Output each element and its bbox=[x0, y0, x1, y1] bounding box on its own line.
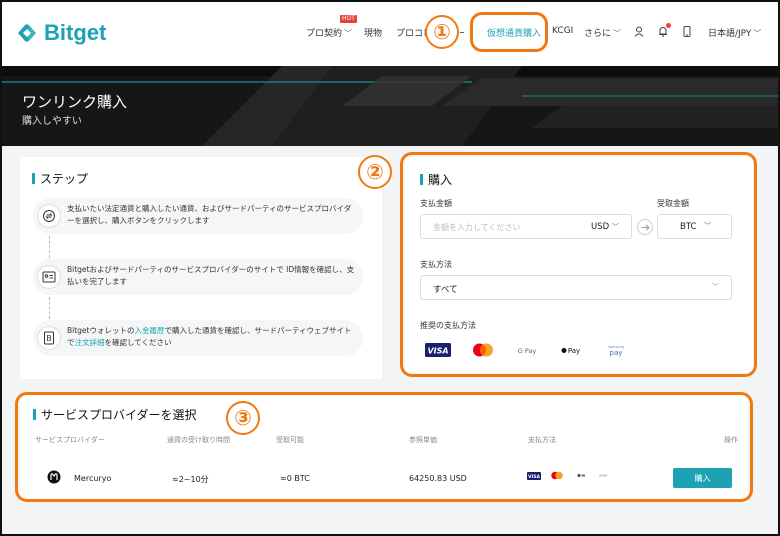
notification-dot bbox=[666, 23, 671, 28]
id-card-icon bbox=[37, 265, 61, 289]
hero-title: ワンリンク購入 bbox=[22, 93, 128, 111]
nav-spot[interactable]: 現物 bbox=[364, 26, 382, 39]
step-3: B Bitgetウォレットの入金履歴で購入した通貨を確認し、サードパーティウェブ… bbox=[33, 320, 363, 356]
nav-more[interactable]: さらに ﹀ bbox=[584, 26, 621, 39]
step-2: Bitgetおよびサードパーティのサービスプロバイダーのサイトで ID情報を確認… bbox=[33, 259, 363, 295]
steps-title-label: ステップ bbox=[40, 172, 89, 186]
step-3-text: Bitgetウォレットの入金履歴で購入した通貨を確認し、サードパーティウェブサイ… bbox=[67, 325, 357, 349]
mobile-icon[interactable] bbox=[680, 24, 694, 38]
hot-badge: HOT bbox=[340, 15, 357, 23]
chevron-down-icon: ﹀ bbox=[344, 29, 353, 38]
deposit-history-link[interactable]: 入金履歴 bbox=[135, 326, 165, 335]
chevron-down-icon: ﹀ bbox=[613, 29, 622, 38]
exchange-icon bbox=[37, 204, 61, 228]
user-icon[interactable] bbox=[632, 24, 646, 38]
bell-icon[interactable] bbox=[656, 23, 671, 38]
bitget-logo[interactable]: Bitget bbox=[16, 20, 106, 46]
step-connector bbox=[49, 297, 50, 319]
language-label: 日本語/JPY bbox=[708, 29, 752, 39]
title-accent-bar bbox=[32, 173, 35, 184]
annotation-highlight-purchase bbox=[400, 152, 757, 377]
step-2-text: Bitgetおよびサードパーティのサービスプロバイダーのサイトで ID情報を確認… bbox=[67, 265, 355, 286]
hero-banner: ワンリンク購入 購入しやすい bbox=[2, 66, 778, 146]
annotation-marker-2: ② bbox=[358, 155, 392, 189]
order-details-link[interactable]: 注文詳細 bbox=[75, 338, 105, 347]
nav-futures[interactable]: プロ契約 ﹀ bbox=[306, 26, 352, 39]
bitget-logo-icon bbox=[18, 24, 36, 42]
nav-futures-label: プロ契約 bbox=[306, 29, 343, 39]
step-connector bbox=[49, 236, 50, 258]
annotation-marker-3: ③ bbox=[226, 401, 260, 435]
language-selector[interactable]: 日本語/JPY ﹀ bbox=[708, 26, 761, 39]
chevron-down-icon: ﹀ bbox=[753, 29, 762, 38]
svg-text:B: B bbox=[46, 334, 52, 343]
hero-subtitle: 購入しやすい bbox=[22, 116, 82, 127]
annotation-highlight-buy-crypto bbox=[470, 12, 548, 52]
nav-more-label: さらに bbox=[584, 29, 612, 39]
step-3-text-c: を確認してください bbox=[104, 338, 172, 347]
nav-spot-label: 現物 bbox=[364, 29, 383, 39]
brand-name: Bitget bbox=[44, 20, 107, 45]
step-1-text: 支払いたい法定通貨と購入したい通貨、およびサードパーティのサービスプロバイダーを… bbox=[67, 204, 352, 225]
step-1: 支払いたい法定通貨と購入したい通貨、およびサードパーティのサービスプロバイダーを… bbox=[33, 198, 363, 234]
nav-kcgi[interactable]: KCGI bbox=[552, 26, 573, 36]
wallet-icon: B bbox=[37, 326, 61, 350]
steps-title: ステップ bbox=[32, 170, 88, 187]
nav-kcgi-label: KCGI bbox=[552, 26, 574, 36]
step-3-text-a: Bitgetウォレットの bbox=[67, 326, 135, 335]
annotation-marker-1: ① bbox=[425, 15, 459, 49]
annotation-highlight-providers bbox=[15, 392, 753, 502]
